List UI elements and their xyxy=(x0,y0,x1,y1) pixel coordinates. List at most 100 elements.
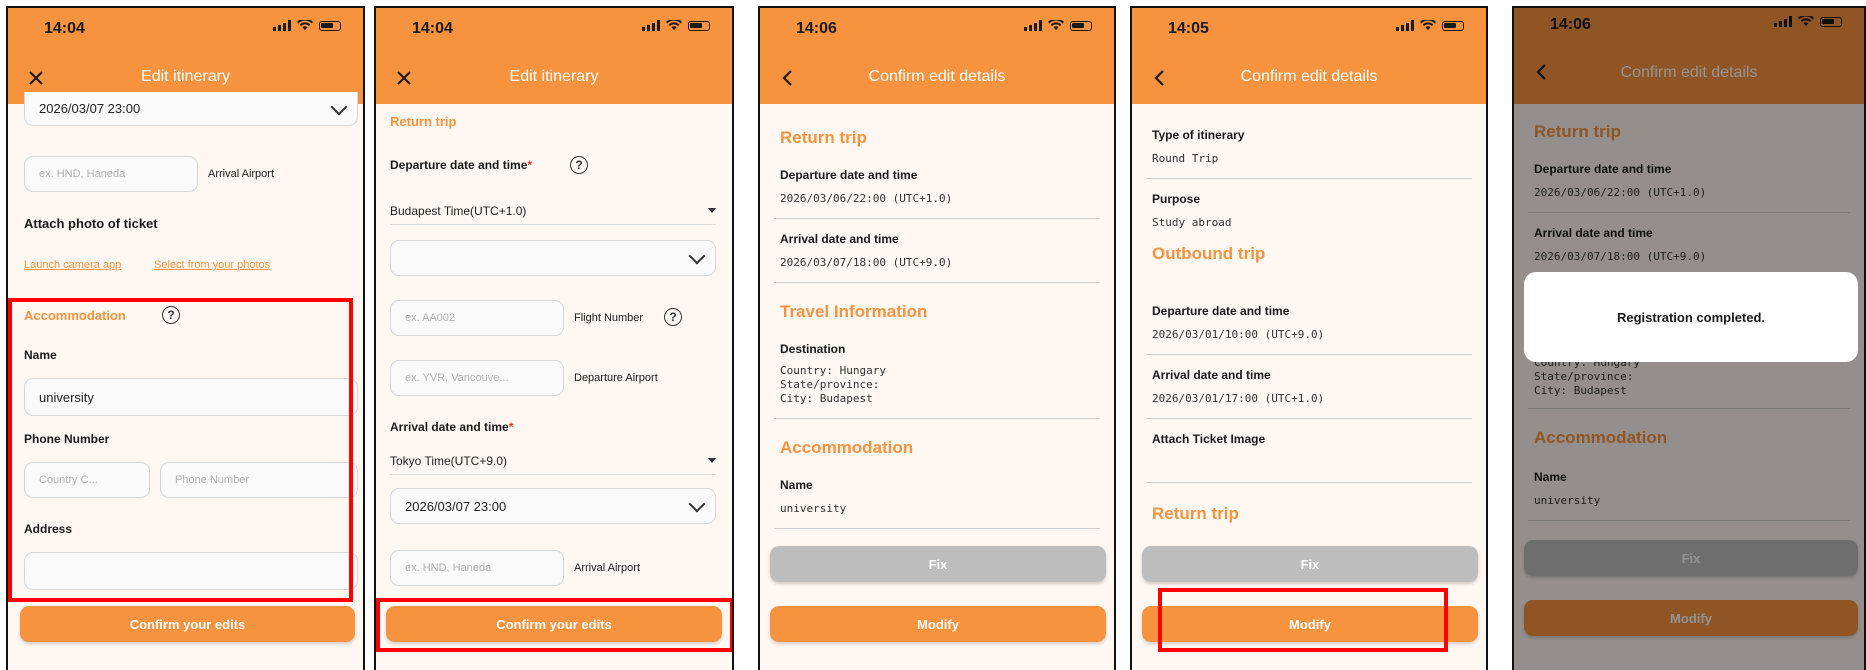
accommodation-section-title: Accommodation xyxy=(780,438,914,457)
purpose-label: Purpose xyxy=(1152,192,1201,206)
divider xyxy=(1146,354,1472,355)
timezone-underline xyxy=(390,474,716,475)
battery-icon xyxy=(1442,20,1464,31)
name-label: Name xyxy=(780,478,813,492)
status-time: 14:04 xyxy=(412,20,453,37)
select-photos-link[interactable]: Select from your photos xyxy=(154,259,270,271)
wifi-icon xyxy=(297,20,313,30)
divider xyxy=(1146,482,1472,483)
departure-airport-input[interactable]: ex. YVR, Vancouve... xyxy=(390,360,564,396)
travel-info-title: Travel Information xyxy=(780,302,928,321)
signal-icon xyxy=(1396,20,1414,31)
purpose-value: Study abroad xyxy=(1152,216,1232,229)
wifi-icon xyxy=(1048,20,1064,30)
flight-number-input[interactable]: ex. AA002 xyxy=(390,300,564,336)
destination-label: Destination xyxy=(780,342,846,356)
wifi-icon xyxy=(666,20,682,30)
fix-button[interactable]: Fix xyxy=(770,546,1106,582)
status-time: 14:04 xyxy=(44,20,85,37)
return-trip-title: Return trip xyxy=(1152,504,1239,523)
dropdown-triangle-icon xyxy=(708,208,716,213)
departure-label: Departure date and time xyxy=(1152,304,1290,318)
page-title: Edit itinerary xyxy=(141,68,230,85)
return-trip-title: Return trip xyxy=(390,114,457,129)
required-mark: * xyxy=(527,158,533,172)
attach-ticket-label: Attach Ticket Image xyxy=(1152,432,1266,446)
outbound-trip-title: Outbound trip xyxy=(1152,244,1266,263)
arrival-timezone-select[interactable]: Tokyo Time(UTC+9.0) xyxy=(390,454,716,468)
phone-screen-edit-itinerary-2: 14:04 Edit itinerary Return trip Departu… xyxy=(374,6,734,670)
name-value: university xyxy=(780,502,847,515)
highlight-modify-button-box xyxy=(1158,588,1448,652)
departure-timezone-select[interactable]: Budapest Time(UTC+1.0) xyxy=(390,204,716,218)
arrival-value: 2026/03/07/18:00 (UTC+9.0) xyxy=(780,256,953,269)
arrival-timezone-value: Tokyo Time(UTC+9.0) xyxy=(390,454,508,468)
state-line: State/province: xyxy=(780,378,880,391)
arrival-label-text: Arrival date and time xyxy=(390,420,509,434)
fix-button[interactable]: Fix xyxy=(1142,546,1478,582)
flight-number-label: Flight Number xyxy=(574,312,644,324)
phone-screen-registration-completed: 14:06 Confirm edit details Return trip D… xyxy=(1512,6,1866,670)
app-header: 14:04 Edit itinerary xyxy=(376,8,732,104)
phone-screen-edit-itinerary-1: 14:04 Edit itinerary 2026/03/07 23:00 ex… xyxy=(6,6,365,670)
country-line: Country: Hungary xyxy=(780,364,886,377)
departure-value: 2026/03/01/10:00 (UTC+9.0) xyxy=(1152,328,1325,341)
wifi-icon xyxy=(1420,20,1436,30)
arrival-label: Arrival date and time xyxy=(780,232,899,246)
confirm-edits-button[interactable]: Confirm your edits xyxy=(20,606,355,642)
divider xyxy=(774,218,1100,219)
page-title: Edit itinerary xyxy=(509,68,599,85)
arrival-date-value: 2026/03/07 23:00 xyxy=(39,101,141,116)
arrival-airport-label: Arrival Airport xyxy=(574,562,641,574)
type-value: Round Trip xyxy=(1152,152,1219,165)
help-icon[interactable]: ? xyxy=(570,156,588,174)
help-icon[interactable]: ? xyxy=(664,308,682,326)
type-label: Type of itinerary xyxy=(1152,128,1245,142)
phone-screen-confirm-2: 14:05 Confirm edit details Type of itine… xyxy=(1130,6,1488,670)
city-line: City: Budapest xyxy=(780,392,873,405)
chevron-down-icon xyxy=(330,98,348,115)
arrival-value: 2026/03/01/17:00 (UTC+1.0) xyxy=(1152,392,1325,405)
battery-icon xyxy=(319,20,341,31)
edit-form: Return trip Departure date and time* ? B… xyxy=(376,104,732,670)
confirm-details: Return trip Departure date and time 2026… xyxy=(760,104,1114,670)
signal-icon xyxy=(642,20,660,31)
arrival-date-select[interactable]: 2026/03/07 23:00 xyxy=(24,92,358,126)
highlight-confirm-button-box xyxy=(376,598,732,652)
arrival-airport-input[interactable]: ex. HND, Haneda xyxy=(390,550,564,586)
chevron-down-icon xyxy=(688,247,706,265)
status-time: 14:06 xyxy=(796,20,837,37)
required-mark: * xyxy=(508,420,514,434)
signal-icon xyxy=(1024,20,1042,31)
divider xyxy=(1146,418,1472,419)
divider xyxy=(774,528,1100,529)
registration-completed-dialog[interactable]: Registration completed. xyxy=(1524,272,1858,362)
departure-label-text: Departure date and time xyxy=(390,158,528,172)
battery-icon xyxy=(1070,20,1092,31)
status-icons xyxy=(1024,20,1092,31)
signal-icon xyxy=(273,20,291,31)
arrival-airport-input[interactable]: ex. HND, Haneda xyxy=(24,156,198,192)
departure-date-select[interactable] xyxy=(390,240,716,276)
return-trip-title: Return trip xyxy=(780,128,867,147)
timezone-underline xyxy=(390,224,716,225)
flight-number-placeholder: ex. AA002 xyxy=(405,312,456,324)
divider xyxy=(774,418,1100,419)
status-icons xyxy=(1396,20,1464,31)
divider xyxy=(1146,178,1472,179)
arrival-label: Arrival date and time xyxy=(1152,368,1271,382)
app-header: 14:04 Edit itinerary xyxy=(8,8,363,104)
departure-airport-label: Departure Airport xyxy=(574,372,658,384)
app-header: 14:05 Confirm edit details xyxy=(1132,8,1486,104)
highlight-accommodation-box xyxy=(8,298,353,602)
divider xyxy=(774,282,1100,283)
battery-icon xyxy=(688,20,710,31)
launch-camera-link[interactable]: Launch camera app xyxy=(24,259,121,271)
departure-label: Departure date and time* xyxy=(390,158,532,172)
chevron-down-icon xyxy=(688,495,706,513)
departure-label: Departure date and time xyxy=(780,168,918,182)
arrival-airport-placeholder: ex. HND, Haneda xyxy=(405,562,492,574)
modify-button[interactable]: Modify xyxy=(770,606,1106,642)
arrival-date-select[interactable]: 2026/03/07 23:00 xyxy=(390,488,716,524)
phone-screen-confirm-1: 14:06 Confirm edit details Return trip D… xyxy=(758,6,1116,670)
